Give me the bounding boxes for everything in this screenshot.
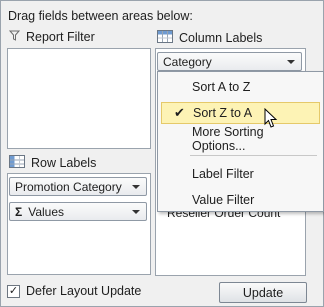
mouse-cursor-icon <box>264 107 278 132</box>
defer-layout-label: Defer Layout Update <box>26 284 142 298</box>
report-filter-label: Report Filter <box>26 30 95 44</box>
filter-funnel-icon <box>8 30 21 44</box>
menu-separator <box>190 155 317 156</box>
menu-item-value-filter[interactable]: Value Filter <box>161 189 320 211</box>
menu-item-sort-a-to-z[interactable]: Sort A to Z <box>161 76 320 98</box>
report-filter-area[interactable] <box>7 48 151 149</box>
row-labels-icon <box>9 155 25 171</box>
sort-filter-menu: Sort A to Z ✔ Sort Z to A More Sorting O… <box>157 71 324 212</box>
menu-item-sort-z-to-a[interactable]: ✔ Sort Z to A <box>161 102 320 124</box>
category-field-chip[interactable]: Category <box>157 52 302 71</box>
values-field-label: Values <box>28 204 65 219</box>
column-labels-title: Column Labels <box>157 30 262 46</box>
category-field-label: Category <box>163 54 212 69</box>
menu-item-label: Sort Z to A <box>193 106 253 120</box>
report-filter-title: Report Filter <box>8 30 95 44</box>
menu-item-label-filter[interactable]: Label Filter <box>161 163 320 185</box>
drag-instruction: Drag fields between areas below: <box>8 9 193 23</box>
sigma-icon: Σ <box>15 204 23 219</box>
menu-item-label: Label Filter <box>192 167 254 181</box>
promotion-category-field-chip[interactable]: Promotion Category <box>9 177 147 196</box>
menu-item-more-sorting-options[interactable]: More Sorting Options... <box>161 125 320 153</box>
chevron-down-icon[interactable] <box>132 210 140 214</box>
checkmark-icon: ✔ <box>174 105 185 120</box>
column-labels-label: Column Labels <box>179 31 263 45</box>
row-labels-label: Row Labels <box>31 156 97 170</box>
values-field-chip[interactable]: Σ Values <box>9 202 147 221</box>
chevron-down-icon[interactable] <box>287 60 295 64</box>
menu-item-label: More Sorting Options... <box>192 125 264 153</box>
promotion-category-label: Promotion Category <box>15 179 122 194</box>
chevron-down-icon[interactable] <box>132 185 140 189</box>
row-labels-title: Row Labels <box>9 155 96 171</box>
update-button[interactable]: Update <box>219 282 307 303</box>
menu-item-label: Value Filter <box>192 193 255 207</box>
menu-item-label: Sort A to Z <box>192 80 251 94</box>
column-labels-icon <box>157 30 173 46</box>
defer-layout-checkbox[interactable]: ✓ <box>7 285 20 298</box>
